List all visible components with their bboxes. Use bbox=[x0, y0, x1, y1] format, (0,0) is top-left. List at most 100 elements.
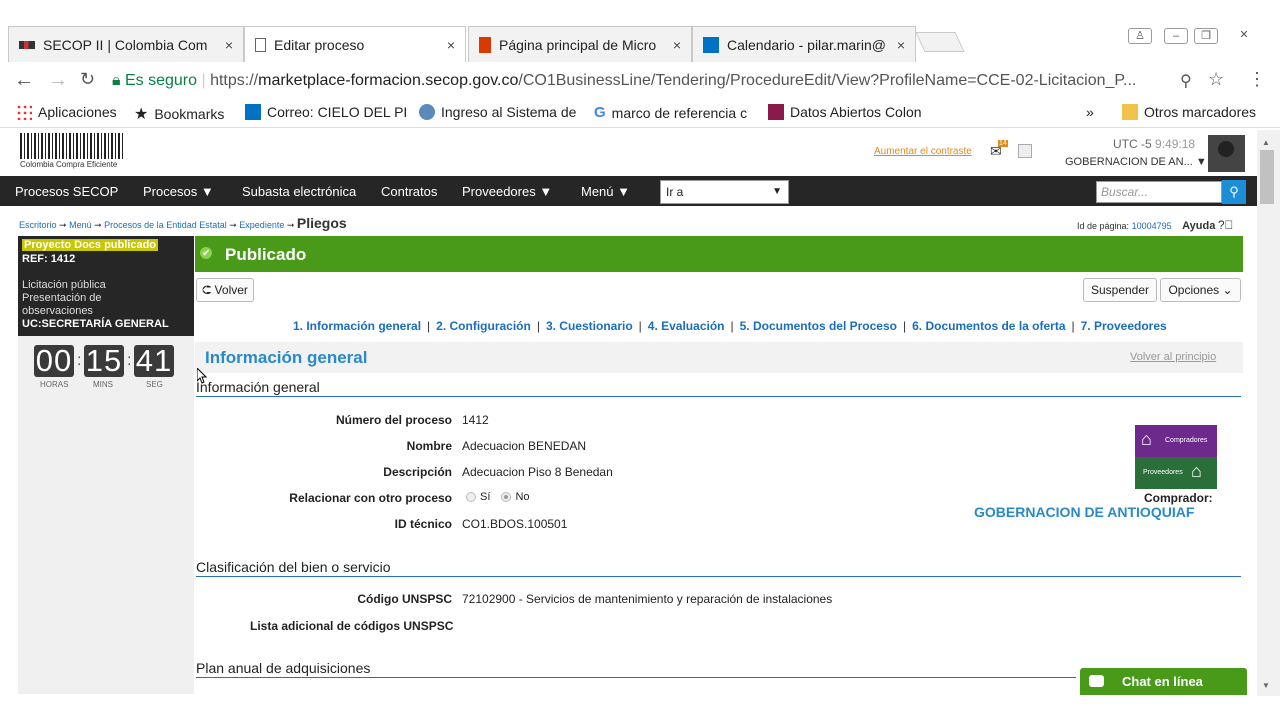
process-phase-line: Presentación de bbox=[22, 292, 102, 304]
process-name: Adecuacion BENEDAN bbox=[462, 439, 587, 453]
notes-icon[interactable] bbox=[1018, 144, 1032, 158]
section-link-documentos-proceso[interactable]: 5. Documentos del Proceso bbox=[740, 319, 897, 333]
radio-no-label: No bbox=[515, 491, 530, 503]
clock-readout: UTC -5 9:49:18 bbox=[1113, 137, 1195, 151]
entity-selector[interactable]: GOBERNACION DE AN... ▼ bbox=[1065, 156, 1207, 168]
tab-editar-proceso[interactable]: Editar proceso × bbox=[244, 26, 466, 62]
close-tab-icon[interactable]: × bbox=[447, 37, 455, 53]
nav-proveedores[interactable]: Proveedores ▼ bbox=[462, 184, 552, 199]
minimize-icon[interactable]: – bbox=[1164, 28, 1188, 44]
clock-separator: : bbox=[77, 352, 82, 369]
browser-menu-icon[interactable]: ⋮ bbox=[1248, 69, 1266, 90]
back-button[interactable]: ⮈ Volver bbox=[196, 278, 254, 302]
section-link-evaluacion[interactable]: 4. Evaluación bbox=[648, 319, 725, 333]
new-tab-button[interactable] bbox=[915, 32, 965, 52]
goto-select[interactable]: Ir a ▼ bbox=[660, 180, 789, 204]
tab-office[interactable]: Página principal de Micro × bbox=[468, 26, 692, 62]
options-button[interactable]: Opciones ⌄ bbox=[1160, 278, 1241, 302]
breadcrumb-menu[interactable]: Menú bbox=[69, 220, 92, 230]
bookmark-bookmarks[interactable]: ★ Bookmarks bbox=[134, 104, 224, 124]
bookmark-datos[interactable]: Datos Abiertos Colon bbox=[768, 104, 922, 120]
scroll-up-icon[interactable]: ▲ bbox=[1262, 138, 1270, 147]
buyer-logo-top-text: Compradores bbox=[1165, 437, 1208, 444]
divider bbox=[196, 576, 1241, 577]
bookmark-marco[interactable]: G marco de referencia c bbox=[594, 104, 747, 121]
back-circle-icon: ⮈ bbox=[202, 283, 212, 297]
subsection-title: Información general bbox=[196, 379, 320, 395]
search-input[interactable]: Buscar... bbox=[1096, 181, 1222, 203]
bookmark-label: Correo: CIELO DEL PI bbox=[267, 104, 408, 120]
section-link-cuestionario[interactable]: 3. Cuestionario bbox=[546, 319, 633, 333]
section-link-documentos-oferta[interactable]: 6. Documentos de la oferta bbox=[912, 319, 1065, 333]
zoom-icon[interactable]: ⚲ bbox=[1180, 71, 1192, 91]
tab-title: Calendario - pilar.marin@ bbox=[727, 36, 886, 53]
divider bbox=[196, 396, 1241, 397]
user-avatar[interactable] bbox=[1208, 135, 1245, 172]
tab-secop[interactable]: SECOP II | Colombia Com × bbox=[8, 26, 244, 62]
colombia-compra-logo[interactable]: Colombia Compra Eficiente bbox=[20, 133, 126, 171]
bookmark-label: marco de referencia c bbox=[611, 104, 748, 121]
bookmark-correo[interactable]: Correo: CIELO DEL PI bbox=[245, 104, 407, 120]
close-tab-icon[interactable]: × bbox=[897, 37, 905, 53]
scroll-down-icon[interactable]: ▼ bbox=[1262, 681, 1270, 690]
close-window-icon[interactable]: ✕ bbox=[1232, 28, 1256, 44]
bookmark-apps[interactable]: Aplicaciones bbox=[16, 104, 117, 120]
countdown-hours: 00 bbox=[34, 343, 74, 378]
breadcrumb-escritorio[interactable]: Escritorio bbox=[19, 220, 57, 230]
site-header bbox=[0, 130, 1260, 176]
field-label: Relacionar con otro proceso bbox=[289, 491, 452, 505]
tab-calendar[interactable]: Calendario - pilar.marin@ × bbox=[692, 26, 916, 62]
field-label: ID técnico bbox=[394, 517, 452, 531]
page-id-value: 10004795 bbox=[1131, 221, 1172, 231]
nav-subasta[interactable]: Subasta electrónica bbox=[242, 184, 356, 199]
profile-icon[interactable]: ♙ bbox=[1128, 28, 1152, 44]
nav-menu[interactable]: Menú ▼ bbox=[581, 184, 630, 199]
star-icon: ★ bbox=[134, 106, 149, 123]
breadcrumb-procesos[interactable]: Procesos de la Entidad Estatal bbox=[104, 220, 227, 230]
nav-contratos[interactable]: Contratos bbox=[381, 184, 437, 199]
close-tab-icon[interactable]: × bbox=[673, 37, 681, 53]
current-time: 9:49:18 bbox=[1155, 137, 1196, 151]
search-icon[interactable]: ⚲ bbox=[1222, 180, 1246, 204]
back-to-top-link[interactable]: Volver al principio bbox=[1130, 351, 1216, 363]
radio-yes[interactable] bbox=[466, 492, 476, 503]
datos-abiertos-icon bbox=[768, 104, 784, 120]
field-label: Lista adicional de códigos UNSPSC bbox=[250, 619, 454, 633]
suspend-button[interactable]: Suspender bbox=[1083, 278, 1157, 302]
forward-icon[interactable]: → bbox=[48, 69, 68, 92]
back-icon[interactable]: ← bbox=[14, 69, 34, 92]
globe-icon bbox=[419, 104, 435, 120]
tab-title: Editar proceso bbox=[274, 36, 365, 53]
browser-tab-strip: SECOP II | Colombia Com × Editar proceso… bbox=[0, 0, 1280, 62]
chat-label: Chat en línea bbox=[1122, 674, 1203, 689]
bookmark-ingreso[interactable]: Ingreso al Sistema de bbox=[419, 104, 576, 120]
tab-title: Página principal de Micro bbox=[499, 36, 657, 53]
section-link-proveedores[interactable]: 7. Proveedores bbox=[1081, 319, 1167, 333]
increase-contrast-link[interactable]: Aumentar el contraste bbox=[874, 146, 972, 157]
buyer-label: Comprador: bbox=[1144, 491, 1213, 505]
other-bookmarks-folder[interactable]: Otros marcadores bbox=[1122, 104, 1256, 120]
secure-label: Es seguro bbox=[124, 72, 198, 89]
live-chat-button[interactable]: Chat en línea bbox=[1080, 668, 1247, 695]
section-link-configuracion[interactable]: 2. Configuración bbox=[436, 319, 531, 333]
breadcrumb-expediente[interactable]: Expediente bbox=[239, 220, 284, 230]
radio-no[interactable] bbox=[501, 492, 512, 503]
bookmark-star-icon[interactable]: ☆ bbox=[1208, 69, 1224, 90]
page-scrollbar[interactable] bbox=[1257, 130, 1280, 696]
section-link-informacion[interactable]: 1. Información general bbox=[293, 319, 421, 333]
process-phase-line: observaciones bbox=[22, 305, 93, 317]
page-id-label: Id de página: bbox=[1077, 221, 1130, 231]
purchasing-unit: UC:SECRETARÍA GENERAL bbox=[22, 318, 169, 330]
restore-icon[interactable]: ❐ bbox=[1194, 28, 1218, 44]
more-bookmarks-button[interactable]: » bbox=[1086, 104, 1094, 120]
nav-procesos-secop[interactable]: Procesos SECOP bbox=[15, 184, 118, 199]
help-link[interactable]: Ayuda bbox=[1182, 220, 1215, 232]
nav-procesos[interactable]: Procesos ▼ bbox=[143, 184, 214, 199]
url-field[interactable]: 🔒︎ Es seguro | https://marketplace-forma… bbox=[112, 69, 1232, 93]
scrollbar-thumb[interactable] bbox=[1260, 150, 1274, 204]
entity-name: GOBERNACION DE AN... bbox=[1065, 156, 1193, 168]
help-icon[interactable]: ?⃝ bbox=[1218, 218, 1234, 232]
reload-icon[interactable]: ↻ bbox=[80, 69, 95, 90]
buyer-name[interactable]: GOBERNACION DE ANTIOQUIAF bbox=[974, 504, 1194, 520]
close-tab-icon[interactable]: × bbox=[225, 37, 233, 53]
